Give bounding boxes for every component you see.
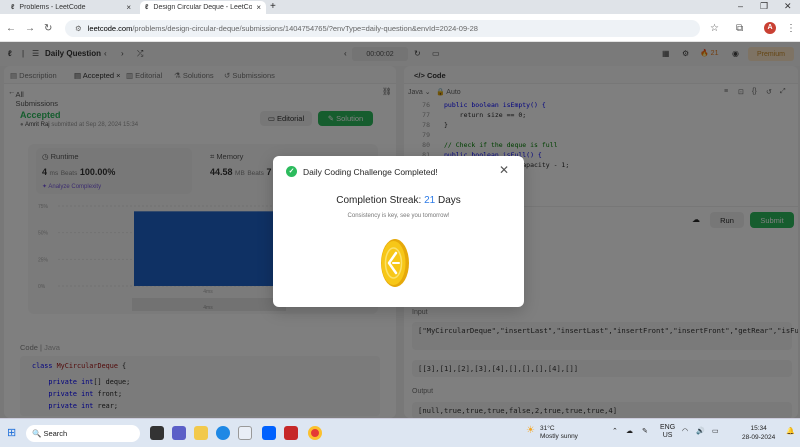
window-close-icon[interactable]: ✕	[784, 1, 792, 12]
profile-avatar[interactable]: A	[764, 22, 776, 34]
daily-challenge-modal: ✓ Daily Coding Challenge Completed! ✕ Co…	[273, 156, 524, 307]
bookmark-star-icon[interactable]: ☆	[710, 23, 719, 34]
store-icon[interactable]	[238, 426, 252, 440]
clock-time: 15:34	[750, 425, 767, 432]
tab-title: Problems - LeetCode	[19, 4, 86, 11]
battery-icon[interactable]: ▭	[712, 427, 719, 435]
minimize-icon[interactable]: –	[738, 1, 743, 11]
browser-tabbar: ℓ Problems - LeetCode × ℓ Design Circula…	[0, 0, 800, 14]
streak-label: Completion Streak:	[336, 195, 422, 206]
search-icon: 🔍	[32, 429, 44, 438]
windows-start-icon[interactable]: ⊞	[7, 426, 16, 439]
completion-streak: Completion Streak: 21 Days	[273, 195, 524, 206]
tab-close-icon[interactable]: ×	[256, 3, 261, 12]
browser-tab-problems[interactable]: ℓ Problems - LeetCode ×	[6, 1, 136, 14]
windows-taskbar: ⊞ 🔍 Search ☀ 31°C Mostly sunny ⌃ ☁ ✎ ENG…	[0, 418, 800, 447]
close-icon[interactable]: ✕	[499, 163, 509, 177]
notification-bell-icon[interactable]: 🔔	[786, 427, 795, 435]
tab-close-icon[interactable]: ×	[126, 3, 131, 12]
leetcode-coin-icon	[381, 239, 409, 287]
tab-title: Design Circular Deque - LeetCo	[153, 4, 253, 11]
streak-unit: Days	[437, 195, 461, 206]
reload-icon[interactable]: ↻	[44, 23, 52, 34]
clock-date: 28-09-2024	[742, 434, 776, 441]
file-explorer-icon[interactable]	[194, 426, 208, 440]
address-bar-row: ← → ↻ ⚙ leetcode.com/problems/design-cir…	[0, 14, 800, 42]
chrome-icon[interactable]	[308, 426, 322, 440]
clock[interactable]: 15:34 28-09-2024	[742, 424, 775, 442]
check-circle-icon: ✓	[286, 166, 297, 177]
tray-chevron-icon[interactable]: ⌃	[612, 427, 618, 435]
restore-icon[interactable]: ❐	[760, 1, 768, 12]
edge-icon[interactable]	[216, 426, 230, 440]
teams-icon[interactable]	[172, 426, 186, 440]
dropbox-icon[interactable]	[262, 426, 276, 440]
language-indicator[interactable]: ENG US	[660, 424, 675, 440]
back-icon[interactable]: ←	[6, 23, 16, 34]
weather-sun-icon: ☀	[526, 425, 535, 436]
site-info-icon[interactable]: ⚙	[75, 24, 82, 33]
new-tab-icon[interactable]: +	[270, 1, 276, 12]
url-path: /problems/design-circular-deque/submissi…	[132, 24, 478, 33]
pen-icon[interactable]: ✎	[642, 427, 648, 435]
modal-subtitle: Consistency is key, see you tomorrow!	[347, 213, 450, 219]
taskbar-search[interactable]: 🔍 Search	[26, 425, 140, 442]
extensions-icon[interactable]: ⧉	[736, 23, 743, 34]
browser-tab-circular-deque[interactable]: ℓ Design Circular Deque - LeetCo ×	[140, 1, 266, 14]
forward-icon[interactable]: →	[25, 23, 35, 34]
streak-value: 21	[424, 195, 436, 206]
url-domain: leetcode.com	[87, 24, 133, 33]
weather-widget[interactable]: ☀ 31°C Mostly sunny	[526, 425, 578, 441]
chrome-menu-icon[interactable]: ⋮	[786, 23, 796, 34]
modal-title: Daily Coding Challenge Completed!	[303, 167, 438, 177]
url-field[interactable]: ⚙ leetcode.com/problems/design-circular-…	[65, 20, 700, 37]
cloud-sync-icon[interactable]: ☁	[626, 427, 633, 435]
leetcode-favicon-icon: ℓ	[11, 4, 15, 11]
volume-icon[interactable]: 🔊	[696, 427, 705, 435]
app-icon[interactable]	[284, 426, 298, 440]
leetcode-favicon-icon: ℓ	[145, 4, 149, 11]
task-view-icon[interactable]	[150, 426, 164, 440]
wifi-icon[interactable]: ◠	[682, 427, 688, 435]
